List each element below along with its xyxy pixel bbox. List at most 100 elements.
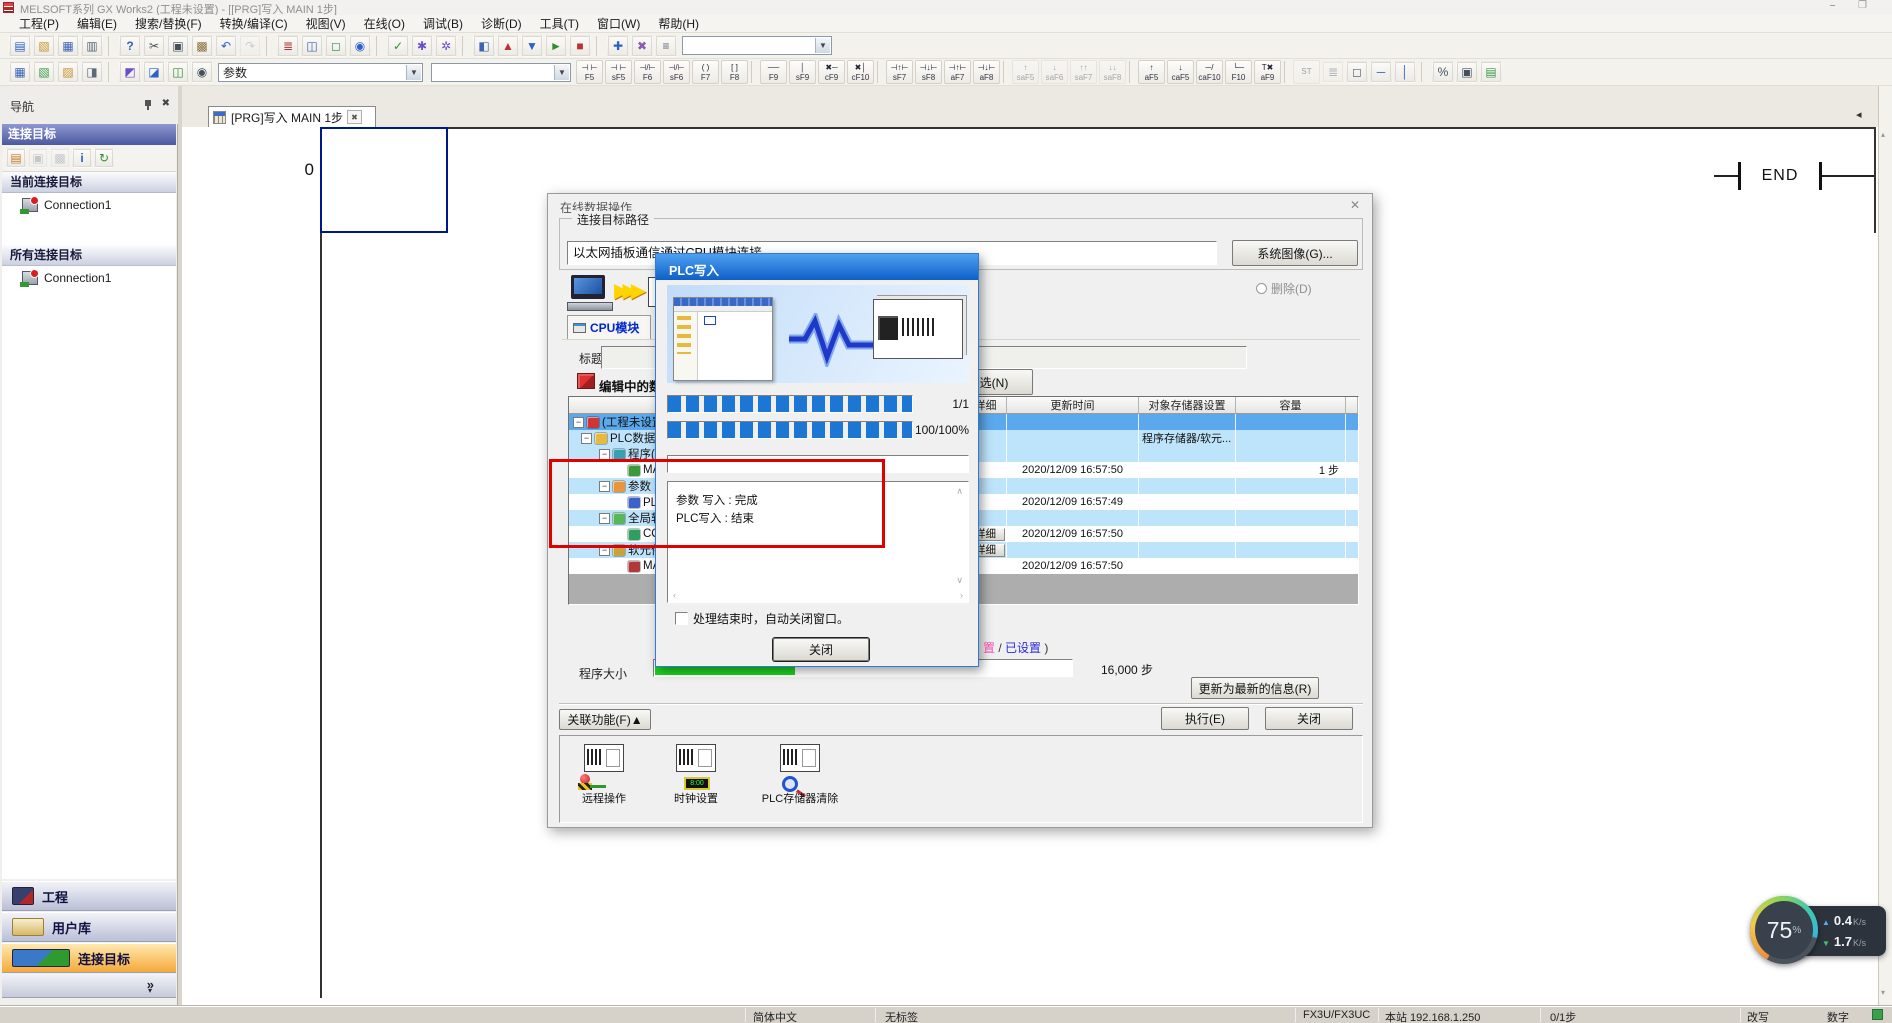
parallel-falling-negate-button[interactable]: ↓↓ saF8 xyxy=(1099,60,1126,84)
branch-line-button[interactable]: └─ F10 xyxy=(1225,60,1252,84)
print-icon[interactable]: ▥ xyxy=(81,35,103,57)
data-select-combo[interactable]: 参数▼ xyxy=(218,63,423,82)
cut-icon[interactable]: ✂ xyxy=(143,35,165,57)
scroll-up-icon[interactable]: ∧ xyxy=(956,486,963,497)
close-icon[interactable]: ✖ xyxy=(162,98,170,109)
close-icon[interactable]: ✕ xyxy=(1350,198,1360,212)
device-comment-icon[interactable]: ▨ xyxy=(57,61,79,83)
checkbox-icon[interactable] xyxy=(675,612,688,625)
parallel-open-contact-button[interactable]: ⊣ ⊢ sF5 xyxy=(605,60,632,84)
related-function-icon[interactable] xyxy=(778,744,822,786)
rising-pulse-negate-button[interactable]: ↑ saF5 xyxy=(1012,60,1039,84)
coil-button[interactable]: ( ) F7 xyxy=(692,60,719,84)
auto-close-checkbox[interactable]: 处理结束时，自动关闭窗口。 xyxy=(675,610,849,627)
build-icon[interactable]: ✱ xyxy=(411,35,433,57)
insert-row-icon[interactable]: ─ xyxy=(1370,61,1392,83)
separator[interactable] xyxy=(108,36,115,56)
toolbar-combo-empty[interactable]: ▼ xyxy=(682,36,832,55)
menu-item[interactable]: 帮助(H) xyxy=(649,13,708,34)
plc-write-titlebar[interactable]: PLC写入 xyxy=(656,254,978,280)
column-header-update-time[interactable]: 更新时间 xyxy=(1007,397,1139,414)
tree-expander-icon[interactable]: − xyxy=(599,449,610,460)
parameter-icon[interactable]: ▦ xyxy=(9,61,31,83)
write-to-plc-icon[interactable]: ▲ xyxy=(497,35,519,57)
chevron-down-icon[interactable]: ▾ xyxy=(148,986,152,995)
net-gauge[interactable]: 75 % xyxy=(1750,896,1818,964)
pin-icon[interactable] xyxy=(144,100,152,110)
execute-button[interactable]: 执行(E) xyxy=(1161,707,1249,730)
related-function-icon[interactable]: 8:00 xyxy=(674,744,718,786)
zoom-100-icon[interactable]: % xyxy=(1432,61,1454,83)
right-scroll-strip[interactable] xyxy=(1878,86,1892,1005)
separator[interactable] xyxy=(596,36,603,56)
new-project-icon[interactable]: ▤ xyxy=(9,35,31,57)
application-instruction-button[interactable]: [ ] F8 xyxy=(721,60,748,84)
redo-icon[interactable]: ↷ xyxy=(239,35,261,57)
read-from-plc-icon[interactable]: ▼ xyxy=(521,35,543,57)
falling-pulse-negate-button[interactable]: ↓ saF6 xyxy=(1041,60,1068,84)
sidebar-item-user-library[interactable]: 用户库 xyxy=(2,912,176,942)
parallel-rising-pulse-button[interactable]: ⊣↑⊢ aF7 xyxy=(944,60,971,84)
paste-icon[interactable]: ▩ xyxy=(191,35,213,57)
ladder-edit-cursor[interactable] xyxy=(320,127,448,233)
column-header-capacity[interactable]: 容量 xyxy=(1236,397,1346,414)
falling-pulse-button[interactable]: ⊣↓⊢ sF8 xyxy=(915,60,942,84)
sidebar-more-row[interactable]: » ▾ xyxy=(2,974,176,998)
maximize-button[interactable]: ❐ xyxy=(1858,0,1867,11)
convert-pulse-button[interactable]: ↓ caF5 xyxy=(1167,60,1194,84)
column-header-target-memory[interactable]: 对象存储器设置 xyxy=(1139,397,1236,414)
sidebar-item-connection-destination[interactable]: 连接目标 xyxy=(2,943,176,973)
help-icon[interactable]: ? xyxy=(119,35,141,57)
comment-show-icon[interactable]: ▤ xyxy=(1480,61,1502,83)
monitor-start-icon[interactable]: ► xyxy=(545,35,567,57)
monitor-stop-icon[interactable]: ■ xyxy=(569,35,591,57)
transfer-setup-icon[interactable]: ◧ xyxy=(473,35,495,57)
separator[interactable] xyxy=(462,36,469,56)
delete-vertical-line-button[interactable]: ✖│ cF10 xyxy=(847,60,874,84)
separator[interactable] xyxy=(376,36,383,56)
vertical-line-button[interactable]: │ sF9 xyxy=(789,60,816,84)
menu-item[interactable]: 窗口(W) xyxy=(588,13,649,34)
save-icon[interactable]: ▦ xyxy=(57,35,79,57)
fit-screen-icon[interactable]: ▣ xyxy=(1456,61,1478,83)
dialog-close-button[interactable]: 关闭 xyxy=(1265,707,1353,730)
closed-contact-button[interactable]: ⊣/⊢ F6 xyxy=(634,60,661,84)
property-icon[interactable]: i xyxy=(72,148,92,168)
separator[interactable] xyxy=(266,36,273,56)
menu-item[interactable]: 在线(O) xyxy=(355,13,414,34)
zoom-in-icon[interactable]: ✚ xyxy=(607,35,629,57)
comment-display-icon[interactable]: ◻ xyxy=(325,35,347,57)
scroll-down-icon[interactable]: ▾ xyxy=(1881,988,1885,997)
parallel-falling-pulse-button[interactable]: ⊣↓⊢ aF8 xyxy=(973,60,1000,84)
copy-connection-icon[interactable]: ▣ xyxy=(28,148,48,168)
undo-icon[interactable]: ↶ xyxy=(215,35,237,57)
menu-item[interactable]: 搜索/替换(F) xyxy=(126,13,211,34)
refresh-info-button[interactable]: 更新为最新的信息(R) xyxy=(1191,677,1319,699)
radio-circle-icon[interactable] xyxy=(1256,283,1267,294)
system-image-button[interactable]: 系统图像(G)... xyxy=(1232,240,1358,266)
menu-item[interactable]: 转换/编译(C) xyxy=(211,13,297,34)
connection-item-current[interactable]: Connection1 xyxy=(2,193,176,217)
zoom-select-icon[interactable]: ✖ xyxy=(631,35,653,57)
tab-close-icon[interactable]: ✖ xyxy=(347,110,362,124)
delete-horizontal-line-button[interactable]: ✖─ cF9 xyxy=(818,60,845,84)
find-icon[interactable]: ◉ xyxy=(191,61,213,83)
related-function-icon[interactable] xyxy=(582,744,626,786)
device-list-icon[interactable]: ◪ xyxy=(143,61,165,83)
menu-item[interactable]: 调试(B) xyxy=(414,13,472,34)
separator[interactable] xyxy=(1129,61,1135,83)
scroll-left-icon[interactable]: ‹ xyxy=(673,590,676,600)
connection-item-all[interactable]: Connection1 xyxy=(2,266,176,290)
new-connection-icon[interactable]: ▤ xyxy=(6,148,26,168)
separator[interactable] xyxy=(877,61,883,83)
docking-window-icon[interactable]: ≡ xyxy=(655,35,677,57)
invert-operation-button[interactable]: ↑ aF5 xyxy=(1138,60,1165,84)
radio-delete[interactable]: 删除(D) xyxy=(1256,280,1312,297)
cross-reference-icon[interactable]: ◩ xyxy=(119,61,141,83)
device-test-icon[interactable]: ◉ xyxy=(349,35,371,57)
tab-scroll-left-icon[interactable]: ◂ xyxy=(1856,108,1862,121)
label-setting-icon[interactable]: ▧ xyxy=(33,61,55,83)
open-project-icon[interactable]: ▧ xyxy=(33,35,55,57)
copy-icon[interactable]: ▣ xyxy=(167,35,189,57)
separator[interactable] xyxy=(751,61,757,83)
